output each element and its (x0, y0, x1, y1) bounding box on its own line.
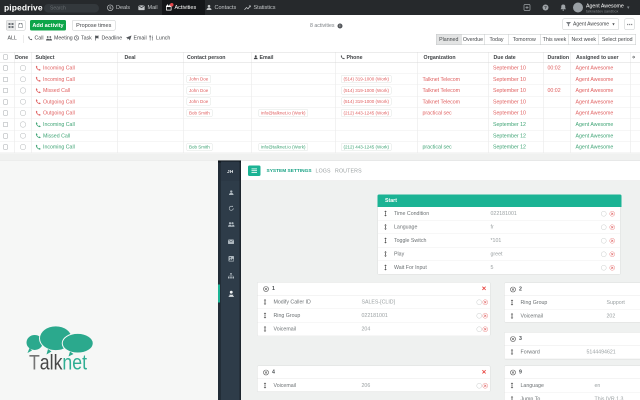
svg-text:$: $ (109, 5, 112, 10)
svg-text:Talknet: Talknet (29, 351, 87, 375)
svg-text:?: ? (544, 5, 547, 10)
